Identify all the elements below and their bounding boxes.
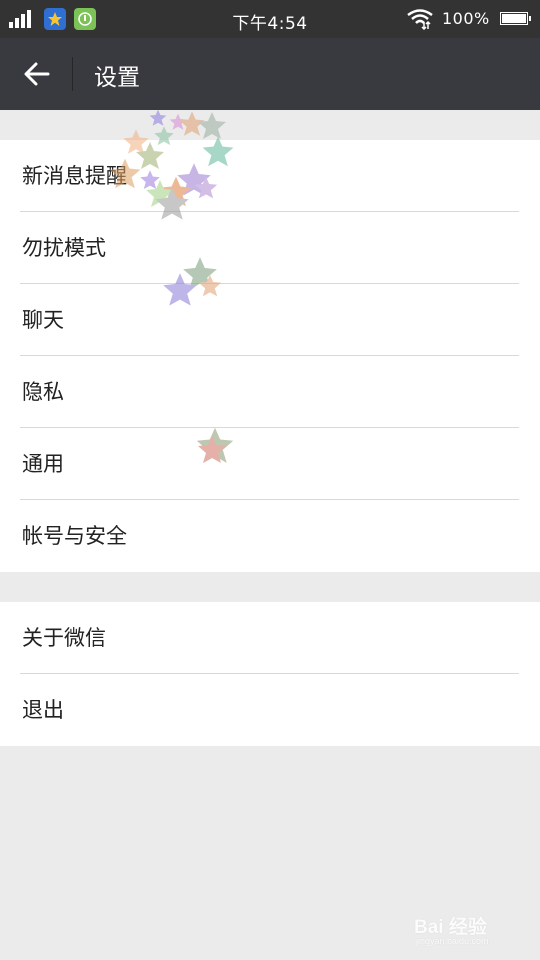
- arrow-left-icon: [24, 62, 50, 86]
- settings-item-label: 隐私: [22, 380, 64, 404]
- settings-item-label: 通用: [22, 452, 64, 476]
- settings-item-label: 勿扰模式: [22, 236, 106, 260]
- page-title: 设置: [94, 65, 140, 91]
- back-button[interactable]: [14, 52, 60, 96]
- settings-item-label: 退出: [22, 698, 64, 722]
- title-divider: [72, 57, 73, 91]
- status-bar: 下午4:54 100%: [0, 0, 540, 38]
- settings-item-privacy[interactable]: 隐私: [0, 356, 540, 428]
- watermark-url: jingyan.baidu.com: [416, 936, 489, 946]
- battery-level-fill: [502, 14, 526, 23]
- settings-item-label: 聊天: [22, 308, 64, 332]
- watermark-logo: Bai 经验: [414, 917, 487, 938]
- settings-item-account-security[interactable]: 帐号与安全: [0, 500, 540, 572]
- settings-item-general[interactable]: 通用: [0, 428, 540, 500]
- settings-group-main: 新消息提醒 勿扰模式 聊天 隐私 通用 帐号与安全: [0, 140, 540, 572]
- settings-item-label: 帐号与安全: [22, 524, 127, 548]
- settings-item-logout[interactable]: 退出: [0, 674, 540, 746]
- settings-item-chat[interactable]: 聊天: [0, 284, 540, 356]
- battery-icon: [500, 12, 531, 25]
- settings-item-label: 新消息提醒: [22, 164, 127, 188]
- settings-item-label: 关于微信: [22, 626, 106, 650]
- settings-item-new-message-notify[interactable]: 新消息提醒: [0, 140, 540, 212]
- settings-item-about-wechat[interactable]: 关于微信: [0, 602, 540, 674]
- title-bar: 设置: [0, 38, 540, 110]
- wifi-icon: [406, 8, 434, 34]
- settings-group-secondary: 关于微信 退出: [0, 602, 540, 746]
- battery-percent: 100%: [442, 9, 490, 28]
- settings-item-do-not-disturb[interactable]: 勿扰模式: [0, 212, 540, 284]
